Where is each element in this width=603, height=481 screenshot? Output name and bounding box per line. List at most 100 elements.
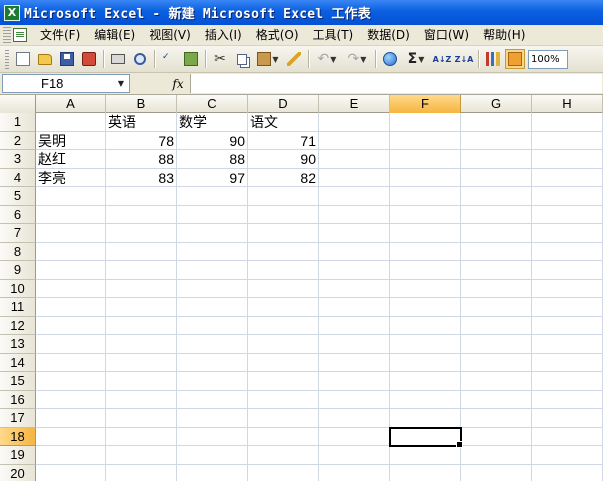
cut-button[interactable]: ✂: [210, 49, 230, 69]
cell-d2[interactable]: 71: [248, 131, 319, 150]
cell-g20[interactable]: [461, 464, 532, 481]
cell-f12[interactable]: [390, 316, 461, 335]
cell-b12[interactable]: [106, 316, 177, 335]
cell-g9[interactable]: [461, 261, 532, 280]
cell-a12[interactable]: [36, 316, 106, 335]
cell-f6[interactable]: [390, 205, 461, 224]
cell-b16[interactable]: [106, 390, 177, 409]
menu-data[interactable]: 数据(D): [360, 26, 417, 45]
cell-d15[interactable]: [248, 372, 319, 391]
cell-g13[interactable]: [461, 335, 532, 354]
cell-f2[interactable]: [390, 131, 461, 150]
save-button[interactable]: [57, 49, 77, 69]
cell-e2[interactable]: [319, 131, 390, 150]
drawing-button[interactable]: [505, 49, 525, 69]
cell-c18[interactable]: [177, 427, 248, 446]
cell-a8[interactable]: [36, 242, 106, 261]
cell-a10[interactable]: [36, 279, 106, 298]
cell-f19[interactable]: [390, 446, 461, 465]
cell-h17[interactable]: [532, 409, 603, 428]
row-header[interactable]: 15: [0, 372, 36, 391]
cell-e11[interactable]: [319, 298, 390, 317]
cell-c2[interactable]: 90: [177, 131, 248, 150]
cell-b15[interactable]: [106, 372, 177, 391]
print-preview-button[interactable]: [130, 49, 150, 69]
cell-h8[interactable]: [532, 242, 603, 261]
row-header[interactable]: 17: [0, 409, 36, 428]
row-header[interactable]: 11: [0, 298, 36, 317]
cell-d12[interactable]: [248, 316, 319, 335]
cell-d3[interactable]: 90: [248, 150, 319, 169]
cell-a1[interactable]: [36, 113, 106, 132]
cell-g16[interactable]: [461, 390, 532, 409]
cell-g19[interactable]: [461, 446, 532, 465]
cell-d9[interactable]: [248, 261, 319, 280]
cell-b18[interactable]: [106, 427, 177, 446]
row-header[interactable]: 9: [0, 261, 36, 280]
cell-c10[interactable]: [177, 279, 248, 298]
cell-h7[interactable]: [532, 224, 603, 243]
cell-c11[interactable]: [177, 298, 248, 317]
cell-b10[interactable]: [106, 279, 177, 298]
cell-c3[interactable]: 88: [177, 150, 248, 169]
cell-e5[interactable]: [319, 187, 390, 206]
cell-f3[interactable]: [390, 150, 461, 169]
permission-button[interactable]: [79, 49, 99, 69]
cell-a20[interactable]: [36, 464, 106, 481]
cell-e15[interactable]: [319, 372, 390, 391]
print-button[interactable]: [108, 49, 128, 69]
row-header[interactable]: 7: [0, 224, 36, 243]
cell-f20[interactable]: [390, 464, 461, 481]
cell-c15[interactable]: [177, 372, 248, 391]
cell-d19[interactable]: [248, 446, 319, 465]
cell-h3[interactable]: [532, 150, 603, 169]
cell-a2[interactable]: 吴明: [36, 131, 106, 150]
cell-a19[interactable]: [36, 446, 106, 465]
cell-d14[interactable]: [248, 353, 319, 372]
cell-f18[interactable]: [389, 426, 463, 448]
cell-a14[interactable]: [36, 353, 106, 372]
row-header[interactable]: 3: [0, 150, 36, 169]
cell-g3[interactable]: [461, 150, 532, 169]
cell-g7[interactable]: [461, 224, 532, 243]
row-header[interactable]: 1: [0, 113, 36, 132]
cell-e9[interactable]: [319, 261, 390, 280]
cell-h11[interactable]: [532, 298, 603, 317]
cell-d5[interactable]: [248, 187, 319, 206]
cell-c13[interactable]: [177, 335, 248, 354]
cell-b19[interactable]: [106, 446, 177, 465]
toolbar-grip-handle[interactable]: [5, 49, 9, 69]
cell-b20[interactable]: [106, 464, 177, 481]
cell-d18[interactable]: [248, 427, 319, 446]
cell-e6[interactable]: [319, 205, 390, 224]
cell-b13[interactable]: [106, 335, 177, 354]
cell-e16[interactable]: [319, 390, 390, 409]
row-header[interactable]: 20: [0, 464, 36, 481]
cell-g12[interactable]: [461, 316, 532, 335]
cell-e8[interactable]: [319, 242, 390, 261]
column-header-c[interactable]: C: [177, 95, 248, 113]
sort-descending-button[interactable]: Z↓A: [454, 49, 474, 69]
cell-g4[interactable]: [461, 168, 532, 187]
column-header-g[interactable]: G: [461, 95, 532, 113]
row-header[interactable]: 2: [0, 131, 36, 150]
cell-f14[interactable]: [390, 353, 461, 372]
cell-e20[interactable]: [319, 464, 390, 481]
cell-e14[interactable]: [319, 353, 390, 372]
cell-a16[interactable]: [36, 390, 106, 409]
menu-format[interactable]: 格式(O): [249, 26, 306, 45]
cell-c19[interactable]: [177, 446, 248, 465]
cell-b4[interactable]: 83: [106, 168, 177, 187]
cell-a9[interactable]: [36, 261, 106, 280]
cell-a17[interactable]: [36, 409, 106, 428]
paste-button[interactable]: ▼: [254, 49, 282, 69]
row-header[interactable]: 18: [0, 427, 36, 446]
menu-insert[interactable]: 插入(I): [198, 26, 249, 45]
column-header-d[interactable]: D: [248, 95, 319, 113]
chart-wizard-button[interactable]: [483, 49, 503, 69]
cell-c9[interactable]: [177, 261, 248, 280]
cell-e12[interactable]: [319, 316, 390, 335]
menu-help[interactable]: 帮助(H): [476, 26, 532, 45]
cell-c6[interactable]: [177, 205, 248, 224]
cell-f9[interactable]: [390, 261, 461, 280]
